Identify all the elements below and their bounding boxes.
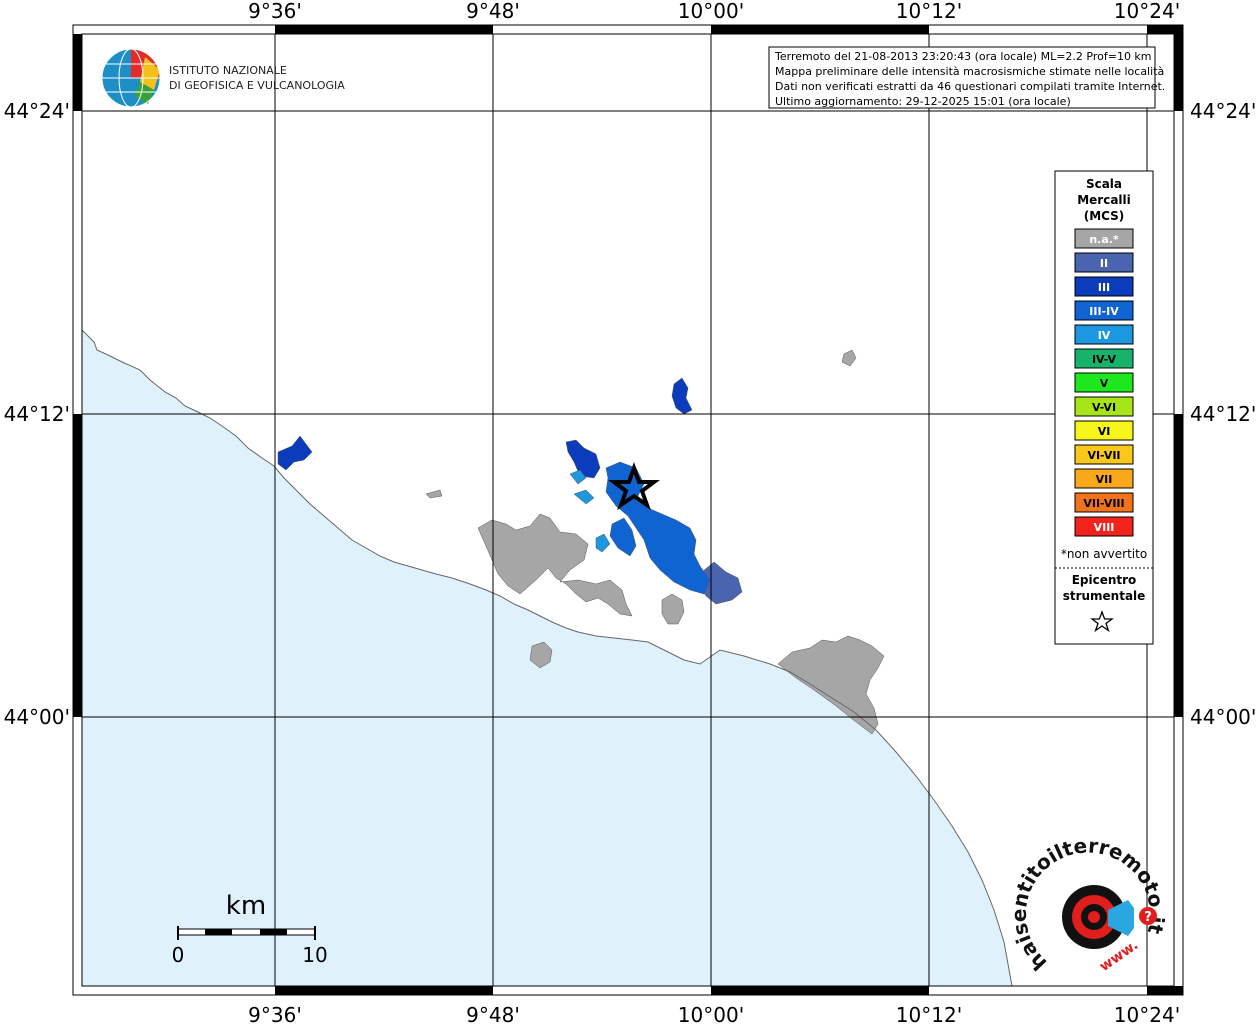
lon-label-top: 10°24' bbox=[1114, 0, 1180, 23]
legend-label: VIII bbox=[1094, 521, 1115, 534]
institute-name-line1: ISTITUTO NAZIONALE bbox=[169, 64, 287, 77]
legend-epicenter-title: strumentale bbox=[1063, 589, 1146, 603]
legend-label: VII bbox=[1096, 473, 1113, 486]
legend-title: (MCS) bbox=[1084, 209, 1125, 223]
scale-end: 10 bbox=[302, 943, 327, 967]
intensity-map: 9°36' 9°48' 10°00' 10°12' 10°24' 9°36' 9… bbox=[0, 0, 1256, 1024]
legend-note: *non avvertito bbox=[1061, 547, 1147, 561]
legend-label: IV bbox=[1098, 329, 1111, 342]
lon-label-bottom: 10°00' bbox=[678, 1003, 744, 1024]
lon-label-top: 10°00' bbox=[678, 0, 744, 23]
institute-name-line2: DI GEOFISICA E VULCANOLOGIA bbox=[169, 79, 345, 92]
legend-title: Scala bbox=[1086, 177, 1122, 191]
legend-epicenter-title: Epicentro bbox=[1072, 573, 1137, 587]
legend-label: n.a.* bbox=[1089, 233, 1119, 246]
lon-label-top: 10°12' bbox=[896, 0, 962, 23]
legend-label: V-VI bbox=[1092, 401, 1116, 414]
lat-label-left: 44°00' bbox=[4, 705, 70, 729]
info-line-data: Dati non verificati estratti da 46 quest… bbox=[775, 80, 1165, 93]
lat-label-left: 44°24' bbox=[4, 99, 70, 123]
lon-label-bottom: 9°36' bbox=[248, 1003, 302, 1024]
info-line-event: Terremoto del 21-08-2013 23:20:43 (ora l… bbox=[774, 50, 1152, 63]
legend-label: III bbox=[1098, 281, 1110, 294]
info-line-map: Mappa preliminare delle intensità macros… bbox=[775, 65, 1164, 78]
legend-label: VII-VIII bbox=[1083, 497, 1124, 510]
legend-title: Mercalli bbox=[1077, 193, 1131, 207]
scale-start: 0 bbox=[172, 943, 185, 967]
lon-label-bottom: 9°48' bbox=[466, 1003, 520, 1024]
lon-label-top: 9°48' bbox=[466, 0, 520, 23]
scale-unit: km bbox=[226, 891, 266, 921]
lon-label-bottom: 10°24' bbox=[1114, 1003, 1180, 1024]
lat-label-right: 44°12' bbox=[1190, 402, 1256, 426]
legend-label: III-IV bbox=[1089, 305, 1119, 318]
legend-label: VI-VII bbox=[1087, 449, 1120, 462]
mcs-legend: Scala Mercalli (MCS) n.a.*IIIIIIII-IVIVI… bbox=[1054, 170, 1154, 645]
svg-text:?: ? bbox=[1144, 910, 1152, 925]
event-info-box: Terremoto del 21-08-2013 23:20:43 (ora l… bbox=[768, 46, 1165, 109]
lon-label-top: 9°36' bbox=[248, 0, 302, 23]
legend-label: V bbox=[1100, 377, 1109, 390]
legend-label: VI bbox=[1098, 425, 1111, 438]
info-line-update: Ultimo aggiornamento: 29-12-2025 15:01 (… bbox=[775, 95, 1071, 108]
lat-label-right: 44°00' bbox=[1190, 705, 1256, 729]
lat-label-left: 44°12' bbox=[4, 402, 70, 426]
legend-label: IV-V bbox=[1092, 353, 1117, 366]
legend-label: II bbox=[1100, 257, 1108, 270]
lat-label-right: 44°24' bbox=[1190, 99, 1256, 123]
lon-label-bottom: 10°12' bbox=[896, 1003, 962, 1024]
